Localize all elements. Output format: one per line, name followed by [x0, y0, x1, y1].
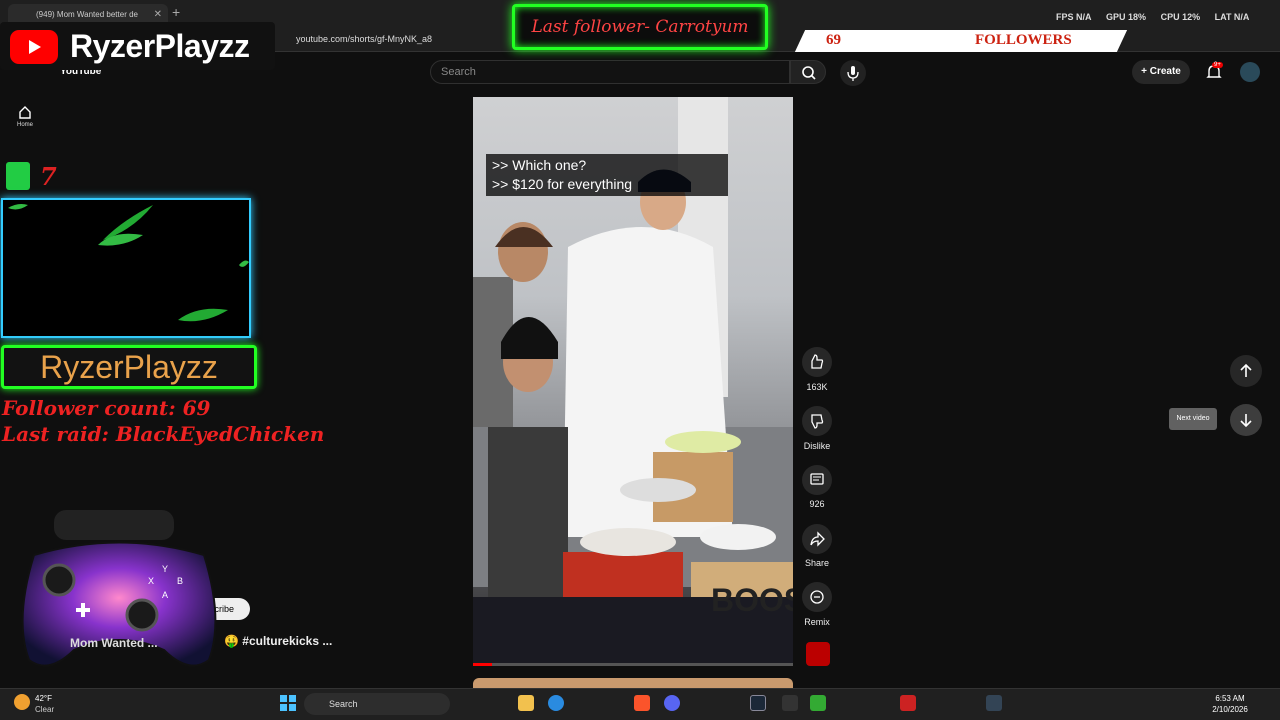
comment-icon	[810, 473, 824, 485]
arrow-down-icon	[1240, 414, 1252, 428]
remix-button[interactable]	[802, 582, 832, 612]
new-tab-icon[interactable]: +	[172, 4, 180, 20]
avatar[interactable]	[1240, 62, 1260, 82]
banner-channel-name: RyzerPlayzz	[70, 28, 250, 64]
webcam-frame	[1, 198, 251, 338]
edge-icon[interactable]	[548, 695, 564, 711]
leaf-icon	[8, 204, 249, 322]
emoji-icon: 🤑	[224, 634, 243, 648]
youtube-play-icon	[10, 30, 58, 64]
url-text[interactable]: youtube.com/shorts/gf-MnyNK_a8	[296, 34, 432, 44]
progress-bar[interactable]	[473, 663, 793, 666]
obs-icon[interactable]	[810, 695, 826, 711]
follower-count-text: Follower count: 69	[2, 396, 211, 420]
search-button[interactable]	[790, 60, 826, 84]
progress-fill	[473, 663, 492, 666]
share-label: Share	[804, 558, 830, 568]
like-button[interactable]	[802, 347, 832, 377]
tab-title: (949) Mom Wanted better de	[36, 10, 138, 19]
cpu-stat: CPU 12%	[1160, 12, 1201, 22]
performance-stats: FPS N/A GPU 18% CPU 12% LAT N/A	[1056, 12, 1261, 22]
plus-icon: +	[1141, 66, 1150, 77]
thumbs-down-icon	[811, 414, 824, 429]
home-icon	[19, 106, 31, 119]
home-label: Home	[16, 122, 33, 128]
dislike-button[interactable]	[802, 406, 832, 436]
followers-count: 69	[826, 32, 841, 48]
clock-date[interactable]: 2/10/2026	[1206, 705, 1254, 714]
gamepad-icon: Y B X A	[14, 510, 224, 675]
next-video-tooltip: Next video	[1169, 408, 1217, 430]
svg-text:B: B	[177, 576, 183, 586]
caption-line-1: >> Which one?	[492, 157, 587, 173]
mascot-icon	[6, 162, 30, 190]
voice-search-button[interactable]	[840, 60, 866, 86]
steam-icon[interactable]	[750, 695, 766, 711]
weather-temperature[interactable]: 42°F	[35, 694, 52, 703]
discord-icon[interactable]	[664, 695, 680, 711]
remix-label: Remix	[804, 617, 830, 627]
lat-stat: LAT N/A	[1214, 12, 1250, 22]
video-caption: >> Which one? >> $120 for everything	[486, 154, 728, 196]
taskbar-search[interactable]: Search	[304, 693, 450, 715]
gpu-stat: GPU 18%	[1106, 12, 1147, 22]
explorer-icon[interactable]	[518, 695, 534, 711]
remix-icon	[810, 590, 824, 604]
share-icon	[810, 531, 825, 547]
svg-text:A: A	[162, 590, 168, 600]
weather-icon	[14, 694, 30, 710]
short-title[interactable]: Mom Wanted ...	[70, 636, 158, 650]
next-video-button[interactable]	[1230, 404, 1262, 436]
last-follower-box: Last follower- Carrotyum	[512, 4, 768, 50]
taskbar-search-label: Search	[329, 699, 358, 709]
like-count: 163K	[806, 382, 828, 392]
fps-stat: FPS N/A	[1056, 12, 1092, 22]
hashtag-text: #culturekicks ...	[242, 634, 333, 648]
comment-count: 926	[809, 499, 825, 509]
hashtag-link[interactable]: 🤑 #culturekicks ...	[224, 634, 332, 648]
arrow-up-icon	[1240, 363, 1252, 377]
epic-icon[interactable]	[782, 695, 798, 711]
dislike-label: Dislike	[803, 441, 831, 451]
svg-text:X: X	[148, 576, 154, 586]
clock-time[interactable]: 6:53 AM	[1206, 694, 1254, 703]
create-label: Create	[1149, 66, 1181, 77]
notification-badge: 9+	[1212, 62, 1223, 68]
last-raid-text: Last raid: BlackEyedChicken	[2, 422, 325, 446]
start-button[interactable]	[280, 695, 296, 716]
share-button[interactable]	[802, 524, 832, 554]
sidebar-item-home[interactable]: Home	[10, 104, 40, 128]
box-sign-text: BOOS	[711, 582, 793, 618]
steam-tray-icon[interactable]	[986, 695, 1002, 711]
thumbs-up-icon	[811, 354, 824, 369]
search-input[interactable]: Search	[430, 60, 790, 84]
mic-icon	[847, 66, 859, 81]
create-button[interactable]: + Create	[1132, 60, 1190, 84]
counter-value: 7	[40, 162, 57, 191]
caption-line-2: >> $120 for everything	[492, 176, 633, 192]
app-icon[interactable]	[900, 695, 916, 711]
weather-condition[interactable]: Clear	[35, 705, 54, 714]
comments-button[interactable]	[802, 465, 832, 495]
windows-icon	[280, 695, 296, 711]
followers-label: FOLLOWERS	[975, 32, 1072, 48]
brave-icon[interactable]	[634, 695, 650, 711]
channel-name-box: RyzerPlayzz	[1, 345, 257, 389]
sound-thumbnail[interactable]	[806, 642, 830, 666]
followers-bar	[794, 30, 1128, 52]
search-icon	[802, 66, 816, 80]
svg-text:Y: Y	[162, 564, 168, 574]
previous-video-button[interactable]	[1230, 355, 1262, 387]
